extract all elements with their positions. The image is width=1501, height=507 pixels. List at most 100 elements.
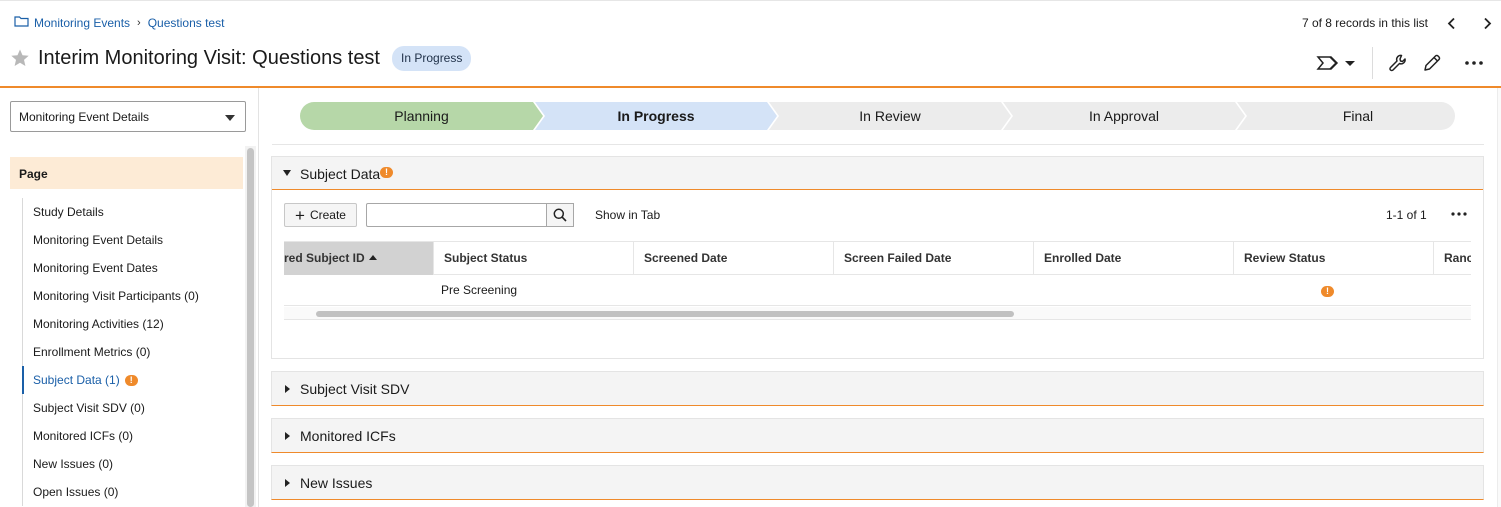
section-title: Subject Data <box>300 166 381 182</box>
stage-final: Final <box>1342 108 1374 124</box>
column-review-status[interactable]: Review Status <box>1234 242 1434 275</box>
sidebar-item-label: Monitoring Event Dates <box>33 261 158 275</box>
create-button[interactable]: + Create <box>284 203 357 227</box>
column-label: red Subject ID <box>284 251 365 265</box>
caret-right-icon <box>285 384 290 393</box>
show-in-tab-link[interactable]: Show in Tab <box>595 208 660 222</box>
breadcrumb-parent-link[interactable]: Monitoring Events <box>34 16 130 30</box>
column-enrolled-date[interactable]: Enrolled Date <box>1034 242 1234 275</box>
section-title: Monitored ICFs <box>300 427 396 444</box>
divider <box>272 144 1484 145</box>
sidebar-item-subject-data[interactable]: Subject Data (1)! <box>22 366 244 394</box>
sidebar-item-label: Monitored ICFs (0) <box>33 429 134 443</box>
next-record-button[interactable] <box>1479 13 1495 33</box>
warning-icon: ! <box>1321 286 1334 297</box>
create-button-label: Create <box>309 208 346 222</box>
wrench-icon[interactable] <box>1386 51 1410 75</box>
cell-review-status: ! <box>1321 275 1341 306</box>
workflow-icon <box>1316 56 1339 70</box>
table-scrollbar-thumb[interactable] <box>316 311 1014 317</box>
caret-right-icon <box>285 431 290 440</box>
column-screen-failed-date[interactable]: Screen Failed Date <box>834 242 1034 275</box>
view-select[interactable]: Monitoring Event Details <box>10 101 246 132</box>
sidebar-item-monitored-icfs[interactable]: Monitored ICFs (0) <box>22 422 244 450</box>
section-title: Subject Visit SDV <box>300 380 410 397</box>
table-horizontal-scrollbar[interactable] <box>284 307 1471 320</box>
page-title: Interim Monitoring Visit: Questions test <box>38 47 380 69</box>
search-button[interactable] <box>546 203 574 227</box>
sidebar-item-monitoring-event-details[interactable]: Monitoring Event Details <box>22 226 244 254</box>
sidebar-item-monitoring-activities[interactable]: Monitoring Activities (12) <box>22 310 244 338</box>
caret-down-icon <box>283 170 291 176</box>
plus-icon: + <box>295 205 305 225</box>
sidebar-scrollbar-thumb[interactable] <box>247 148 254 507</box>
sidebar-nav: Study Details Monitoring Event Details M… <box>22 198 244 506</box>
edit-pencil-icon[interactable] <box>1420 51 1444 75</box>
chevron-right-icon <box>1483 17 1491 29</box>
workflow-actions-button[interactable] <box>1316 51 1358 75</box>
warning-icon: ! <box>380 167 393 178</box>
sidebar-item-label: Subject Visit SDV (0) <box>33 401 145 415</box>
stage-in-review: In Review <box>859 108 921 124</box>
record-header: Monitoring Events › Questions test 7 of … <box>0 0 1501 88</box>
sidebar-item-label: Monitoring Activities (12) <box>33 317 164 331</box>
cell-subject-id[interactable] <box>294 275 424 306</box>
cell-screen-failed-date <box>844 275 1034 306</box>
sidebar-item-monitoring-visit-participants[interactable]: Monitoring Visit Participants (0) <box>22 282 244 310</box>
more-actions-icon[interactable] <box>1449 206 1469 222</box>
folder-icon <box>14 15 29 30</box>
caret-down-icon <box>225 115 235 121</box>
sidebar-item-open-issues[interactable]: Open Issues (0) <box>22 478 244 506</box>
section-new-issues[interactable]: New Issues <box>271 465 1484 500</box>
sort-ascending-icon <box>368 255 377 261</box>
chevron-left-icon <box>1447 17 1455 29</box>
cell-screened-date <box>644 275 834 306</box>
more-actions-icon[interactable] <box>1462 51 1486 75</box>
sidebar-item-new-issues[interactable]: New Issues (0) <box>22 450 244 478</box>
record-count: 7 of 8 records in this list <box>1301 16 1428 30</box>
column-screened-date[interactable]: Screened Date <box>634 242 834 275</box>
sidebar-item-label: Monitoring Event Details <box>33 233 164 247</box>
sidebar-section-header: Page <box>10 157 243 189</box>
column-subject-id[interactable]: red Subject ID <box>284 242 434 275</box>
section-subject-visit-sdv[interactable]: Subject Visit SDV <box>271 371 1484 406</box>
breadcrumb: Monitoring Events › Questions test <box>14 15 224 30</box>
search-icon <box>553 208 567 222</box>
table-header: red Subject ID Subject Status Screened D… <box>284 241 1471 275</box>
sidebar-item-monitoring-event-dates[interactable]: Monitoring Event Dates <box>22 254 244 282</box>
subject-data-table: red Subject ID Subject Status Screened D… <box>284 241 1471 321</box>
sidebar-item-label: Subject Data (1) <box>33 373 120 387</box>
cell-subject-status: Pre Screening <box>441 283 518 297</box>
stage-in-approval: In Approval <box>1088 108 1160 124</box>
search-input[interactable] <box>366 203 547 227</box>
view-select-value: Monitoring Event Details <box>19 110 150 124</box>
chevron-right-icon: › <box>137 16 141 29</box>
sidebar-item-enrollment-metrics[interactable]: Enrollment Metrics (0) <box>22 338 244 366</box>
sidebar-item-study-details[interactable]: Study Details <box>22 198 244 226</box>
sidebar-item-label: Open Issues (0) <box>33 485 119 499</box>
stage-planning: Planning <box>394 108 449 124</box>
previous-record-button[interactable] <box>1443 13 1459 33</box>
sidebar-item-label: New Issues (0) <box>33 457 114 471</box>
table-row[interactable]: Pre Screening ! <box>284 275 1471 306</box>
sidebar-item-label: Study Details <box>33 205 104 219</box>
sidebar-divider <box>258 88 259 507</box>
caret-down-icon <box>1345 61 1355 66</box>
breadcrumb-current-link[interactable]: Questions test <box>148 16 225 30</box>
section-monitored-icfs[interactable]: Monitored ICFs <box>271 418 1484 453</box>
status-badge: In Progress <box>392 46 472 71</box>
sidebar-item-label: Enrollment Metrics (0) <box>33 345 151 359</box>
caret-right-icon <box>285 478 290 487</box>
sidebar-item-subject-visit-sdv[interactable]: Subject Visit SDV (0) <box>22 394 244 422</box>
toolbar-divider <box>1372 47 1373 79</box>
subject-data-header[interactable]: Subject Data ! <box>272 157 1483 190</box>
warning-icon: ! <box>124 374 138 386</box>
page-scrollbar[interactable] <box>1497 88 1501 507</box>
lifecycle-stepper: Planning In Progress In Review In Approv… <box>300 102 1455 130</box>
sidebar-item-label: Monitoring Visit Participants (0) <box>33 289 199 303</box>
pager-text: 1-1 of 1 <box>1386 208 1427 222</box>
cell-enrolled-date <box>1044 275 1234 306</box>
column-subject-status[interactable]: Subject Status <box>434 242 634 275</box>
column-randomized[interactable]: Ranc <box>1434 242 1471 275</box>
favorite-star-icon[interactable] <box>10 48 30 68</box>
